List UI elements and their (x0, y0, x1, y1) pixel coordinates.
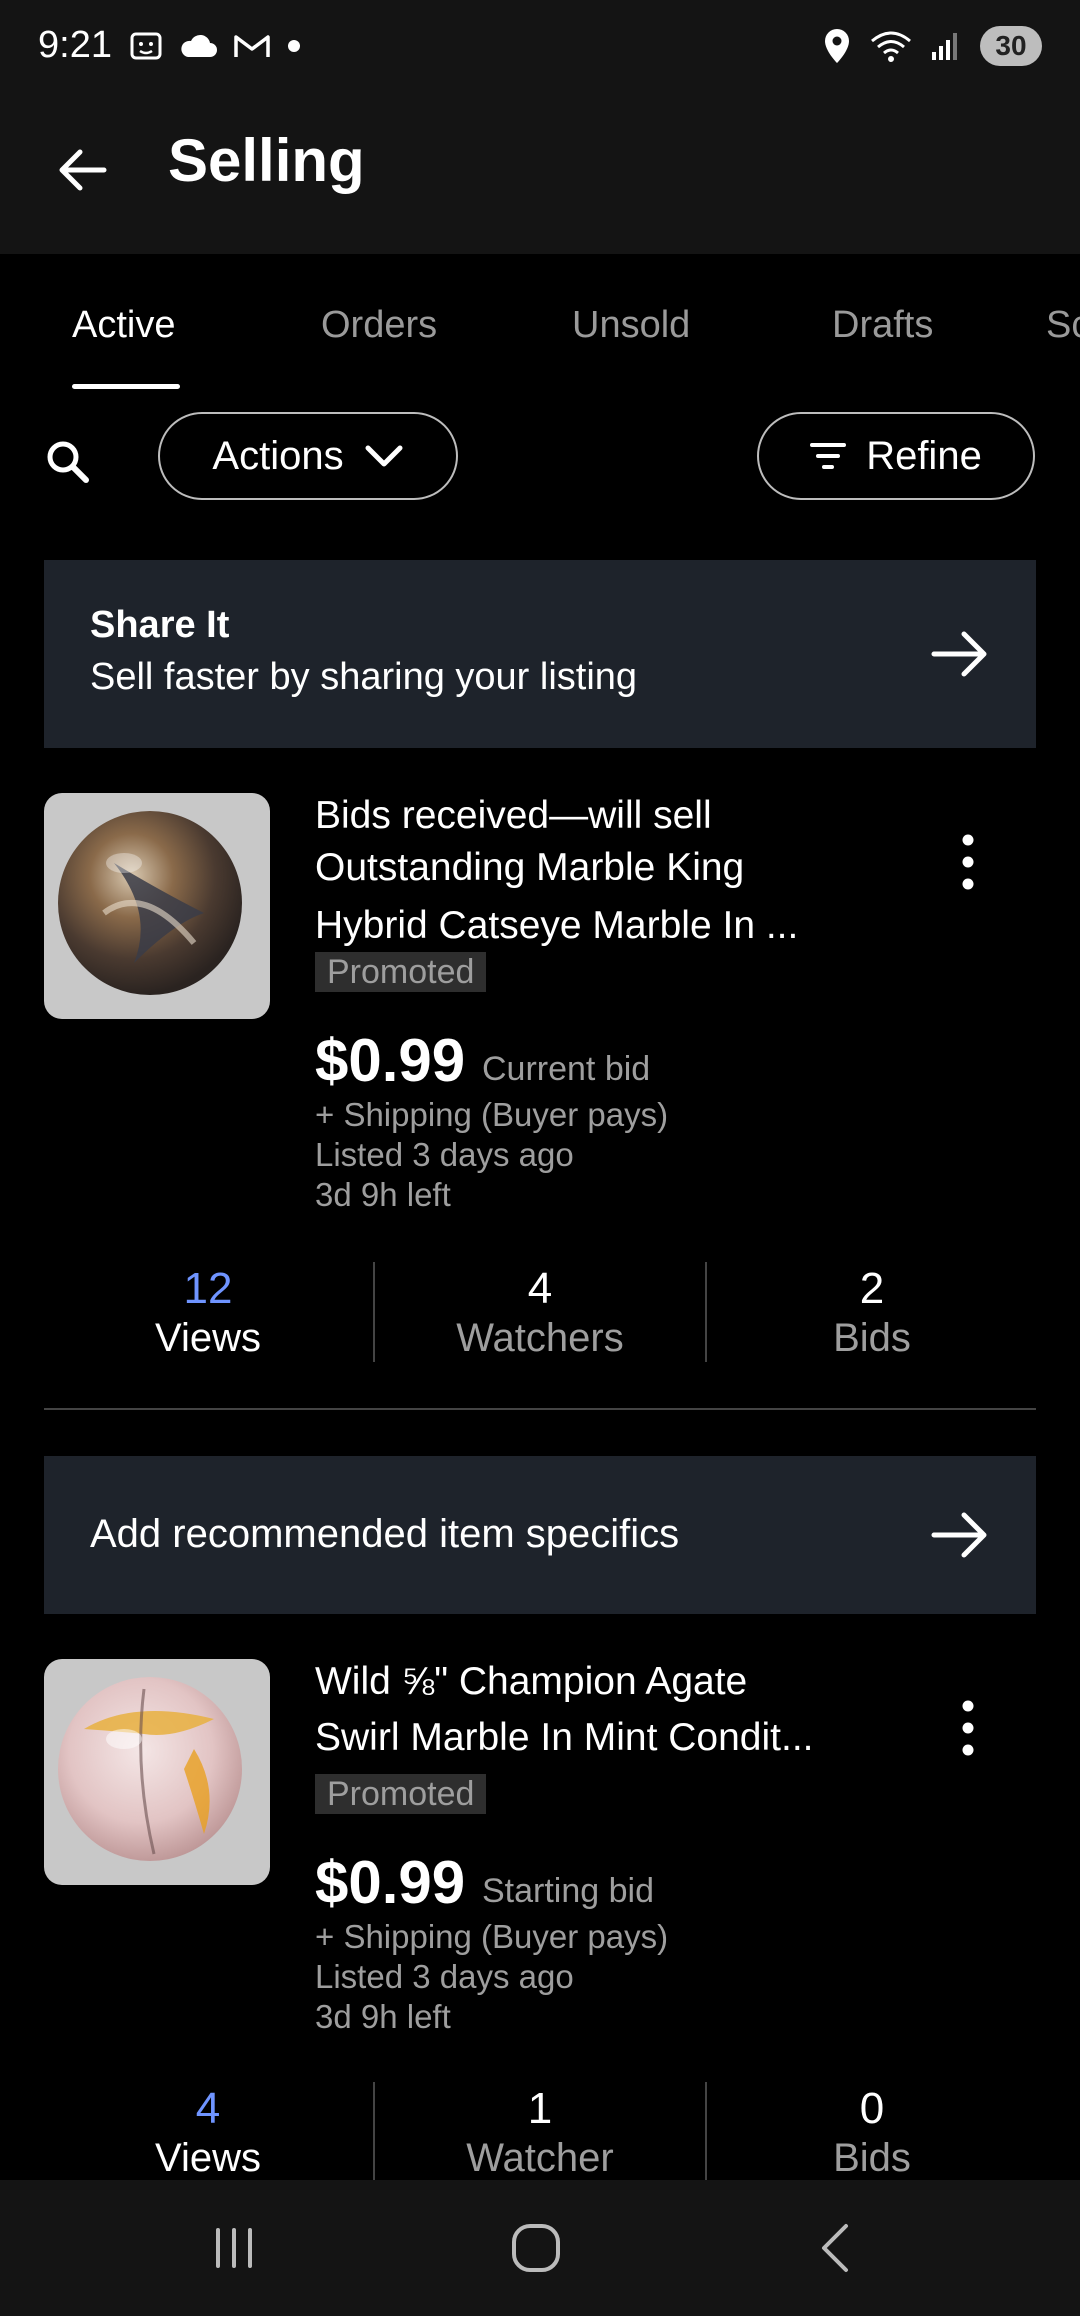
more-options-icon[interactable] (950, 832, 986, 892)
views-stat[interactable]: 12 Views (42, 1264, 374, 1361)
listing-title-line: Swirl Marble In Mint Condit... (315, 1716, 814, 1759)
listing-title-line: Wild ⅝" Champion Agate (315, 1660, 748, 1703)
watchers-stat: 1 Watcher (374, 2084, 706, 2181)
refine-button[interactable]: Refine (757, 412, 1035, 500)
status-bar: 9:21 30 (0, 0, 1080, 96)
views-label: Views (155, 2136, 261, 2180)
listing-title-line: Hybrid Catseye Marble In ... (315, 904, 799, 947)
screenshot-icon (130, 32, 162, 60)
share-it-banner[interactable]: Share It Sell faster by sharing your lis… (44, 560, 1036, 748)
bids-stat: 2 Bids (706, 1264, 1038, 1361)
time-left: 3d 9h left (315, 1998, 451, 2035)
dot-icon (288, 40, 300, 52)
watchers-stat: 4 Watchers (374, 1264, 706, 1361)
back-icon[interactable] (808, 2218, 868, 2278)
item-specifics-banner[interactable]: Add recommended item specifics (44, 1456, 1036, 1614)
system-navigation-bar (0, 2180, 1080, 2316)
listing-title-line: Bids received—will sell (315, 794, 712, 837)
share-banner-title: Share It (90, 604, 230, 646)
views-label: Views (155, 1316, 261, 1360)
arrow-right-icon (931, 631, 987, 677)
bids-count: 2 (859, 1264, 885, 1313)
tab-active[interactable]: Active (72, 304, 175, 347)
views-count: 4 (195, 2084, 221, 2133)
wifi-icon (871, 31, 911, 62)
divider (44, 1408, 1036, 1410)
status-system-icons: 30 (822, 26, 1042, 66)
promoted-badge: Promoted (315, 952, 487, 992)
back-arrow-icon[interactable] (52, 140, 112, 200)
listed-date: Listed 3 days ago (315, 1136, 574, 1173)
bids-label: Bids (833, 2136, 911, 2180)
promoted-badge: Promoted (315, 1774, 487, 1814)
tab-scheduled[interactable]: Sc (1046, 304, 1080, 347)
recent-apps-icon[interactable] (204, 2218, 264, 2278)
cloud-icon (181, 34, 217, 57)
listing-title-line: Outstanding Marble King (315, 846, 745, 889)
actions-label: Actions (212, 433, 344, 478)
watchers-count: 4 (527, 1264, 553, 1313)
marble-image (58, 1677, 242, 1861)
bids-label: Bids (833, 1316, 911, 1360)
listing-title[interactable]: Bids received—will sell Outstanding Marb… (315, 790, 875, 952)
shipping-text: + Shipping (Buyer pays) (315, 1918, 669, 1955)
share-banner-subtitle: Sell faster by sharing your listing (90, 656, 638, 698)
signal-icon (932, 33, 957, 60)
listing-thumbnail[interactable] (44, 793, 270, 1019)
home-icon[interactable] (506, 2218, 566, 2278)
time-left: 3d 9h left (315, 1176, 451, 1213)
listing-toolbar: Actions Refine (0, 412, 1080, 508)
filter-icon (810, 443, 847, 469)
gmail-icon (234, 35, 270, 57)
shipping-text: + Shipping (Buyer pays) (315, 1096, 669, 1133)
watchers-count: 1 (527, 2084, 553, 2133)
bids-stat: 0 Bids (706, 2084, 1038, 2181)
listed-date: Listed 3 days ago (315, 1958, 574, 1995)
price-note: Starting bid (482, 1872, 654, 1910)
tab-unsold[interactable]: Unsold (572, 304, 690, 347)
actions-button[interactable]: Actions (158, 412, 458, 500)
specifics-banner-text: Add recommended item specifics (90, 1512, 680, 1556)
chevron-down-icon (365, 445, 403, 467)
app-bar: Selling (0, 96, 1080, 254)
marble-image (58, 811, 242, 995)
views-count: 12 (183, 1264, 233, 1313)
watchers-label: Watcher (466, 2136, 614, 2180)
listing-title[interactable]: Wild ⅝" Champion Agate Swirl Marble In M… (315, 1656, 875, 1764)
tab-bar: Active Orders Unsold Drafts Sc (0, 254, 1080, 394)
views-stat[interactable]: 4 Views (42, 2084, 374, 2181)
more-options-icon[interactable] (950, 1698, 986, 1758)
watchers-label: Watchers (456, 1316, 624, 1360)
tab-drafts[interactable]: Drafts (832, 304, 933, 347)
tab-orders[interactable]: Orders (321, 304, 437, 347)
price-note: Current bid (482, 1050, 651, 1088)
listing-thumbnail[interactable] (44, 1659, 270, 1885)
arrow-right-icon (931, 1512, 987, 1558)
refine-label: Refine (866, 433, 982, 478)
listing-price: $0.99 (315, 1849, 466, 1916)
active-tab-indicator (72, 384, 180, 389)
battery-icon: 30 (980, 26, 1042, 66)
bids-count: 0 (859, 2084, 885, 2133)
status-time: 9:21 (38, 24, 112, 66)
status-notification-icons (128, 28, 302, 64)
listing-price: $0.99 (315, 1027, 466, 1094)
search-icon[interactable] (44, 438, 92, 486)
page-title: Selling (168, 127, 365, 194)
location-icon (825, 29, 849, 63)
